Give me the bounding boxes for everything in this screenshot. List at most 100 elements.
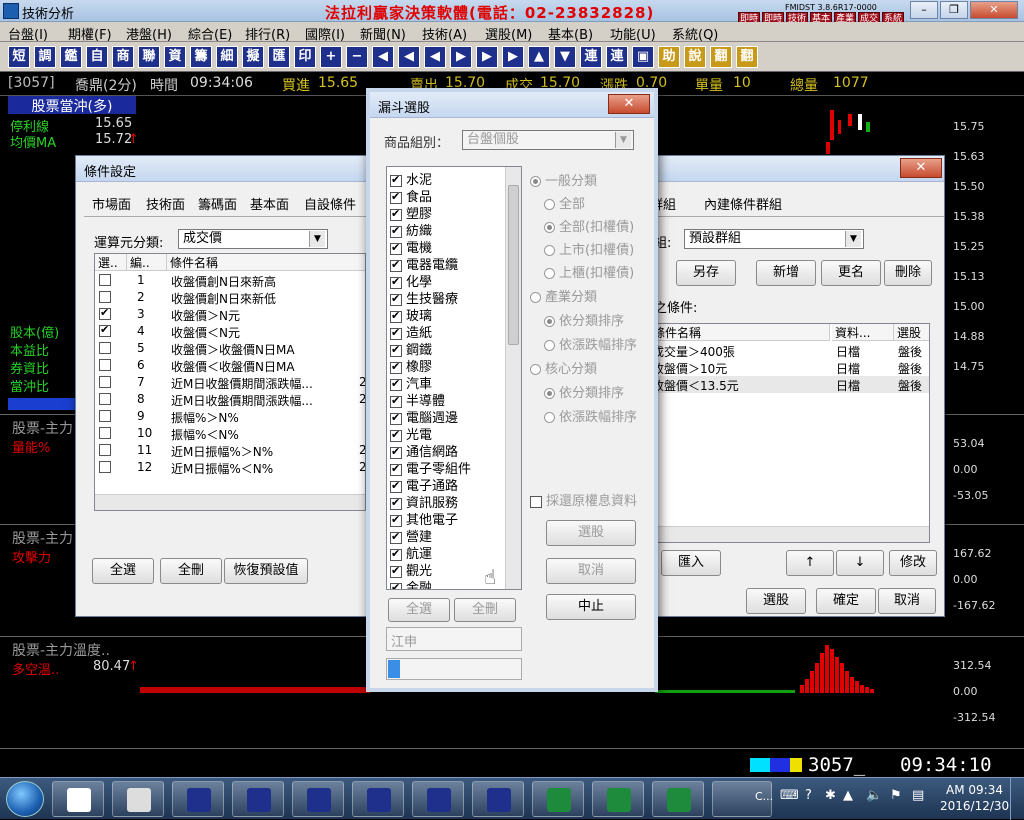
toolbar-button[interactable]: ▶ [476,46,498,68]
condition-list-scrollbar[interactable] [95,494,365,510]
industry-checkbox[interactable] [390,428,402,442]
industry-checkbox[interactable] [390,547,402,561]
toolbar-button[interactable]: 聯 [138,46,160,68]
industry-checkbox[interactable] [390,292,402,306]
selected-conditions-list[interactable]: 條件名稱 資料... 選股 成交量＞400張 日檔 盤後 收盤價＞10元 日檔 盤後 收盤價＜1… [650,323,930,543]
industry-checkbox[interactable] [390,564,402,578]
selected-list-scrollbar[interactable] [650,526,929,542]
radio-button[interactable] [530,292,541,303]
taskbar-button[interactable] [52,781,104,817]
industry-item[interactable]: 橡膠 [387,356,505,375]
calc-select[interactable]: 成交價 [178,229,328,249]
toolbar-button[interactable]: 翻 [710,46,732,68]
classification-option[interactable]: 依分類排序 [544,382,624,401]
group-action-button[interactable]: 更名 [821,260,881,286]
industry-item[interactable]: 營建 [387,526,505,545]
radio-button[interactable] [544,199,555,210]
group-select[interactable]: 預設群組 [684,229,864,249]
toolbar-button[interactable]: ▲ [528,46,550,68]
toolbar-button[interactable]: 資 [164,46,186,68]
toolbar-button[interactable]: ▶ [450,46,472,68]
industry-item[interactable]: 光電 [387,424,505,443]
industry-item[interactable]: 電器電纜 [387,254,505,273]
toolbar-button[interactable]: 擬 [242,46,264,68]
select-all-button[interactable]: 全選 [388,598,450,622]
menu-item[interactable]: 技術(A) [422,24,467,43]
industry-item[interactable]: 其他電子 [387,509,505,528]
taskbar-button[interactable] [652,781,704,817]
menu-item[interactable]: 綜合(E) [188,24,232,43]
network-icon[interactable]: ▤ [912,788,924,803]
industry-item[interactable]: 航運 [387,543,505,562]
radio-button[interactable] [544,316,555,327]
taskbar-button[interactable] [532,781,584,817]
condition-row[interactable]: 2 收盤價創N日來新低 [95,289,365,306]
condition-row[interactable]: 6 收盤價＜收盤價N日MA [95,357,365,374]
minimize-button[interactable]: – [910,1,938,19]
industry-item[interactable]: 通信網路 [387,441,505,460]
condition-checkbox[interactable] [99,393,111,405]
selected-column-header[interactable]: 資料... [832,324,894,341]
industry-item[interactable]: 生技醫療 [387,288,505,307]
industry-list[interactable]: 水泥食品塑膠紡織電機電器電纜化學生技醫療玻璃造紙鋼鐵橡膠汽車半導體電腦週邊光電通… [386,166,522,590]
classification-option[interactable]: 全部 [544,193,585,212]
volume-icon[interactable]: 🔈 [866,788,882,803]
toolbar-button[interactable]: 連 [606,46,628,68]
industry-checkbox[interactable] [390,258,402,272]
funnel-dialog-close[interactable]: ✕ [608,94,650,114]
toolbar-button[interactable]: 短 [8,46,30,68]
condition-checkbox[interactable] [99,376,111,388]
toolbar-button[interactable]: 印 [294,46,316,68]
industry-item[interactable]: 造紙 [387,322,505,341]
condition-checkbox[interactable] [99,359,111,371]
condition-list[interactable]: 選..編..條件名稱 1 收盤價創N日來新高 2 收盤價創N日來新低 3 收盤價＞N元 4 收… [94,253,366,511]
industry-item[interactable]: 化學 [387,271,505,290]
industry-checkbox[interactable] [390,496,402,510]
condition-tab[interactable]: 基本面 [250,194,289,214]
clear-all-button[interactable]: 全刪 [454,598,516,622]
industry-item[interactable]: 塑膠 [387,203,505,222]
condition-row[interactable]: 10 振幅%＜N% [95,425,365,442]
classification-option[interactable]: 一般分類 [530,170,597,189]
radio-button[interactable] [544,412,555,423]
menu-item[interactable]: 選股(M) [485,24,532,43]
industry-checkbox[interactable] [390,530,402,544]
industry-checkbox[interactable] [390,309,402,323]
selected-condition-row[interactable]: 成交量＞400張 日檔 盤後 [650,342,929,359]
close-window-button[interactable]: ✕ [970,1,1018,19]
toolbar-button[interactable]: 鑑 [60,46,82,68]
industry-item[interactable]: 紡織 [387,220,505,239]
industry-checkbox[interactable] [390,275,402,289]
industry-checkbox[interactable] [390,326,402,340]
radio-button[interactable] [544,268,555,279]
condition-tab[interactable]: 自設條件 [304,194,356,214]
condition-row[interactable]: 9 振幅%＞N% [95,408,365,425]
industry-checkbox[interactable] [390,581,402,589]
taskbar-button[interactable] [472,781,524,817]
toolbar-button[interactable]: 細 [216,46,238,68]
toolbar-button[interactable]: 籌 [190,46,212,68]
industry-item[interactable]: 電腦週邊 [387,407,505,426]
toolbar-button[interactable]: ▶ [502,46,524,68]
classification-option[interactable]: 全部(扣權債) [544,216,634,235]
toolbar-button[interactable]: 連 [580,46,602,68]
show-hidden-icons[interactable]: ▲ [843,788,853,803]
menu-item[interactable]: 功能(U) [610,24,656,43]
condition-dialog-close[interactable]: ✕ [900,158,942,178]
menu-item[interactable]: 期權(F) [68,24,112,43]
condition-tab[interactable]: 內建條件群組 [704,194,782,214]
condition-checkbox[interactable] [99,274,111,286]
industry-item[interactable]: 資訊服務 [387,492,505,511]
classification-option[interactable]: 上市(扣權債) [544,239,634,258]
condition-action-button[interactable]: 全刪 [160,558,222,584]
condition-row[interactable]: 4 收盤價＜N元 [95,323,365,340]
industry-item[interactable]: 電機 [387,237,505,256]
toolbar-button[interactable]: 自 [86,46,108,68]
taskbar-button[interactable] [172,781,224,817]
confirm-action-button[interactable]: 選股 [746,588,806,614]
condition-row[interactable]: 1 收盤價創N日來新高 [95,272,365,289]
menu-item[interactable]: 基本(B) [548,24,593,43]
industry-checkbox[interactable] [390,190,402,204]
classification-option[interactable]: 核心分類 [530,358,597,377]
toolbar-button[interactable]: 商 [112,46,134,68]
